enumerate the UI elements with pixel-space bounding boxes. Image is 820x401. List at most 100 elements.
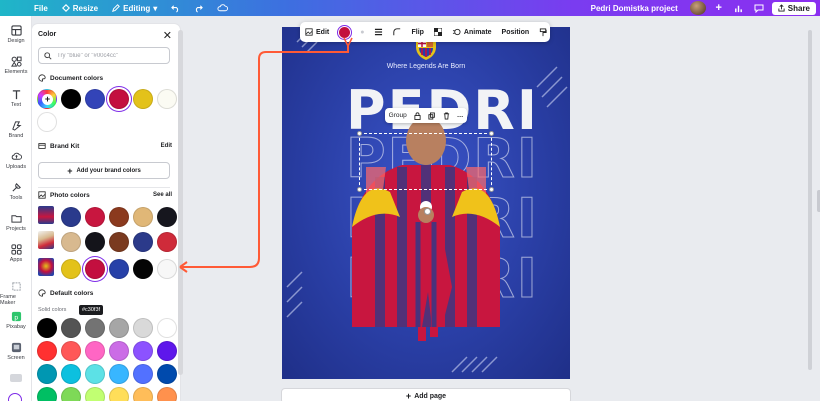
undo-button[interactable] [171, 4, 180, 13]
solid-color-swatch[interactable] [37, 341, 57, 361]
rail-item-apps[interactable]: Apps [0, 244, 32, 263]
share-button[interactable]: Share [771, 1, 816, 15]
style-painter-button[interactable] [534, 22, 552, 42]
resize-handle[interactable] [357, 131, 362, 136]
solid-color-swatch[interactable] [61, 364, 81, 384]
solid-color-swatch[interactable] [61, 318, 81, 338]
photo-color-swatch[interactable] [133, 232, 153, 252]
solid-color-swatch[interactable] [37, 318, 57, 338]
photo-color-swatch[interactable] [157, 232, 177, 252]
comments-button[interactable] [752, 1, 766, 15]
solid-color-swatch[interactable] [133, 387, 153, 401]
poster-canvas[interactable]: Where Legends Are Born PEDRI PEDRI PEDRI… [282, 27, 570, 379]
more-apps-icon[interactable] [10, 374, 22, 382]
rail-item-text[interactable]: Text [0, 89, 32, 108]
solid-color-swatch[interactable] [85, 318, 105, 338]
solid-color-swatch[interactable] [85, 341, 105, 361]
photo-color-swatch[interactable] [109, 232, 129, 252]
photo-color-swatch[interactable] [157, 207, 177, 227]
rail-item-frame-maker[interactable]: Frame Maker [0, 281, 32, 306]
photo-color-swatch[interactable] [85, 232, 105, 252]
solid-color-swatch[interactable] [109, 341, 129, 361]
rail-item-elements[interactable]: Elements [0, 56, 32, 75]
photo-color-swatch[interactable] [61, 207, 81, 227]
rail-item-design[interactable]: Design [0, 25, 32, 44]
trash-icon[interactable] [443, 112, 450, 120]
corner-rounding-button[interactable] [388, 22, 406, 42]
document-color-swatch[interactable] [37, 112, 57, 132]
rail-item-brand[interactable]: Brand [0, 120, 32, 139]
solid-color-swatch[interactable] [133, 318, 153, 338]
solid-color-swatch[interactable] [61, 341, 81, 361]
redo-button[interactable] [194, 4, 204, 13]
solid-color-swatch[interactable] [133, 364, 153, 384]
lock-icon[interactable] [414, 111, 421, 120]
file-menu[interactable]: File [34, 4, 48, 13]
close-icon[interactable]: ✕ [163, 29, 172, 42]
photo-color-swatch[interactable] [109, 259, 129, 279]
solid-color-swatch[interactable] [109, 387, 129, 401]
canvas-scrollbar[interactable] [808, 30, 812, 370]
rail-item-uploads[interactable]: Uploads [0, 151, 32, 170]
photo-color-swatch[interactable] [61, 259, 81, 279]
player-photo[interactable] [282, 27, 570, 379]
avatar[interactable] [689, 1, 706, 15]
document-color-swatch[interactable] [85, 89, 105, 109]
save-status-button[interactable] [217, 4, 229, 12]
resize-handle[interactable] [489, 187, 494, 192]
color-search-field[interactable] [38, 47, 170, 64]
photo-color-swatch[interactable] [109, 207, 129, 227]
document-color-swatch[interactable] [157, 89, 177, 109]
flip-button[interactable]: Flip [406, 22, 428, 42]
solid-color-swatch[interactable] [37, 364, 57, 384]
add-brand-colors-button[interactable]: + Add your brand colors [38, 162, 170, 179]
border-style-button[interactable]: ● [355, 22, 369, 42]
resize-button[interactable]: Resize [61, 4, 98, 13]
rotate-handle[interactable] [424, 208, 431, 215]
solid-color-swatch[interactable] [157, 341, 177, 361]
photo-color-swatch[interactable] [85, 259, 105, 279]
photo-color-swatch[interactable] [133, 259, 153, 279]
project-title[interactable]: Pedri Domistka project [591, 4, 678, 13]
help-button[interactable] [8, 393, 22, 401]
solid-color-swatch[interactable] [109, 318, 129, 338]
color-search-input[interactable] [57, 52, 167, 59]
solid-color-swatch[interactable] [37, 387, 57, 401]
photo-color-swatch[interactable] [157, 259, 177, 279]
resize-handle[interactable] [357, 187, 362, 192]
duplicate-icon[interactable] [428, 112, 436, 120]
add-page-button[interactable]: + Add page [282, 389, 570, 401]
photo-color-swatch[interactable] [61, 232, 81, 252]
resize-handle[interactable] [489, 131, 494, 136]
solid-color-swatch[interactable] [85, 387, 105, 401]
solid-color-swatch[interactable] [157, 364, 177, 384]
rail-item-pixabay[interactable]: p Pixabay [0, 311, 32, 330]
editing-mode-dropdown[interactable]: Editing ▾ [112, 4, 157, 13]
transparency-button[interactable] [429, 22, 447, 42]
animate-button[interactable]: Animate [447, 22, 497, 42]
document-color-swatch[interactable] [109, 89, 129, 109]
photo-color-swatch[interactable] [85, 207, 105, 227]
document-color-swatch[interactable] [133, 89, 153, 109]
solid-color-swatch[interactable] [133, 341, 153, 361]
color-picker-button[interactable] [334, 22, 355, 42]
brand-kit-edit-link[interactable]: Edit [161, 143, 172, 149]
document-color-swatch[interactable] [61, 89, 81, 109]
solid-color-swatch[interactable] [109, 364, 129, 384]
selection-box[interactable] [357, 131, 494, 192]
border-weight-button[interactable] [369, 22, 388, 42]
add-collaborator-button[interactable]: + [712, 1, 726, 15]
position-button[interactable]: Position [497, 22, 535, 42]
solid-color-swatch[interactable] [157, 387, 177, 401]
solid-color-swatch[interactable] [61, 387, 81, 401]
more-options-icon[interactable]: … [457, 112, 464, 119]
photo-color-swatch[interactable] [133, 207, 153, 227]
edit-image-button[interactable]: Edit [300, 22, 334, 42]
solid-color-swatch[interactable] [85, 364, 105, 384]
rail-item-screen[interactable]: Screen [0, 342, 32, 361]
rail-item-tools[interactable]: Tools [0, 182, 32, 201]
solid-color-swatch[interactable] [157, 318, 177, 338]
group-button[interactable]: Group [389, 112, 407, 119]
insights-button[interactable] [732, 1, 746, 15]
photo-colors-see-all-link[interactable]: See all [153, 192, 172, 198]
